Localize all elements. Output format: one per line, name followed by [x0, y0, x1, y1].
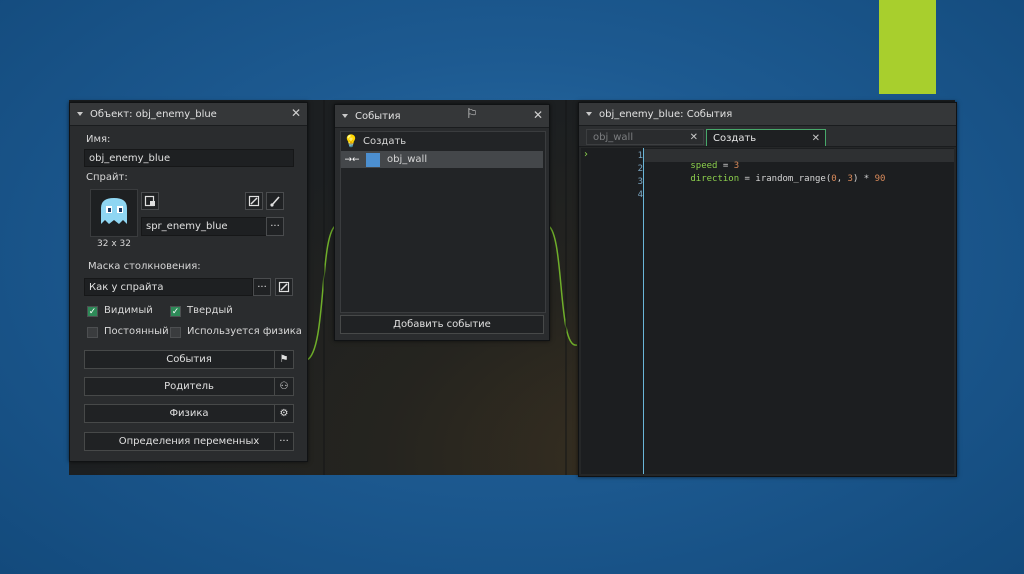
parent-button[interactable]: Родитель ⚇ — [84, 377, 294, 396]
sprite-size: 32 x 32 — [97, 239, 131, 249]
close-icon[interactable]: ✕ — [291, 106, 301, 120]
parent-button-label: Родитель — [164, 381, 214, 392]
sprite-label: Спрайт: — [86, 172, 128, 183]
solid-checkbox[interactable]: ✓ — [170, 306, 181, 317]
accent-bar — [879, 0, 936, 94]
tab-label: Создать — [713, 132, 757, 144]
hierarchy-icon: ⚇ — [274, 378, 293, 395]
line-number: 4 — [637, 190, 643, 200]
persistent-checkbox[interactable] — [87, 327, 98, 338]
mask-browse-button[interactable]: ··· — [253, 278, 271, 296]
event-item-label: obj_wall — [387, 154, 428, 165]
physics-button[interactable]: Физика ⚙ — [84, 404, 294, 423]
sprite-field[interactable]: spr_enemy_blue — [141, 217, 268, 236]
new-sprite-button[interactable] — [141, 192, 159, 210]
code-editor[interactable]: › 1 2 3 4 speed = 3 direction = irandom_… — [581, 148, 954, 474]
edit-sprite-button[interactable] — [245, 192, 263, 210]
gear-icon: ⚙ — [274, 405, 293, 422]
edit-mask-button[interactable] — [275, 278, 293, 296]
tab-label: obj_wall — [593, 131, 634, 143]
edit-image-icon — [278, 281, 290, 293]
sprite-browse-button[interactable]: ··· — [266, 217, 284, 236]
more-icon: ··· — [274, 433, 293, 450]
code-token: , — [836, 174, 848, 184]
checkmark-icon: ✓ — [88, 306, 97, 317]
events-panel: События ⚐ ✕ 💡 Создать →← obj_wall Добави… — [334, 104, 550, 341]
line-number: 2 — [637, 164, 643, 174]
event-item-collision[interactable]: →← obj_wall — [341, 151, 543, 168]
code-token: irandom_range( — [755, 174, 832, 184]
code-line-2: direction = irandom_range(0, 3) * 90 — [647, 164, 885, 194]
physics-label: Используется физика — [187, 326, 302, 337]
edit-image-icon — [248, 195, 260, 207]
visible-label: Видимый — [104, 305, 153, 316]
code-token: ) * — [852, 174, 875, 184]
physics-checkbox[interactable] — [170, 327, 181, 338]
code-panel-titlebar[interactable]: obj_enemy_blue: События — [579, 103, 956, 126]
collapse-icon[interactable] — [77, 112, 83, 116]
checkmark-icon: ✓ — [171, 306, 180, 317]
mask-label: Маска столкновения: — [88, 261, 201, 272]
object-panel-title: Объект: obj_enemy_blue — [90, 108, 217, 120]
paint-sprite-button[interactable] — [266, 192, 284, 210]
code-panel-title: obj_enemy_blue: События — [599, 108, 733, 120]
flag-icon: ⚑ — [274, 351, 293, 368]
events-button[interactable]: События ⚑ — [84, 350, 294, 369]
collapse-icon[interactable] — [342, 114, 348, 118]
close-icon[interactable]: ✕ — [533, 108, 543, 122]
object-panel-titlebar[interactable]: Объект: obj_enemy_blue ✕ — [70, 103, 307, 126]
current-line-marker: › — [584, 149, 588, 160]
events-button-label: События — [166, 354, 212, 365]
line-number: 1 — [637, 151, 643, 161]
visible-checkbox[interactable]: ✓ — [87, 306, 98, 317]
close-icon[interactable]: ✕ — [690, 132, 698, 143]
workspace: Объект: obj_enemy_blue ✕ Имя: obj_enemy_… — [69, 100, 957, 477]
mask-field[interactable]: Как у спрайта — [84, 278, 253, 296]
code-token: = — [739, 174, 756, 184]
tab-obj-wall[interactable]: obj_wall ✕ — [586, 129, 704, 145]
events-panel-title: События — [355, 110, 401, 122]
wall-sprite-icon — [366, 152, 380, 167]
sprite-preview[interactable] — [90, 189, 138, 237]
event-item-label: Создать — [363, 135, 407, 147]
brush-icon — [270, 196, 280, 207]
add-event-button[interactable]: Добавить событие — [340, 315, 544, 334]
new-sprite-icon — [144, 195, 155, 207]
close-icon[interactable]: ✕ — [812, 133, 820, 144]
tab-create[interactable]: Создать ✕ — [706, 129, 826, 146]
code-token: direction — [690, 174, 740, 184]
event-item-create[interactable]: 💡 Создать — [341, 132, 545, 150]
gutter: › 1 2 3 4 — [581, 148, 644, 474]
collapse-icon[interactable] — [586, 112, 592, 116]
variables-button[interactable]: Определения переменных ··· — [84, 432, 294, 451]
object-panel: Объект: obj_enemy_blue ✕ Имя: obj_enemy_… — [69, 102, 308, 462]
events-list: 💡 Создать →← obj_wall — [340, 131, 546, 313]
line-number: 3 — [637, 177, 643, 187]
events-panel-titlebar[interactable]: События ⚐ ✕ — [335, 105, 549, 128]
collision-icon: →← — [344, 154, 360, 165]
lightbulb-icon: 💡 — [343, 134, 359, 148]
persistent-label: Постоянный — [104, 326, 169, 337]
code-token: 90 — [874, 174, 886, 184]
name-field[interactable]: obj_enemy_blue — [84, 149, 294, 167]
flag-icon: ⚐ — [466, 107, 478, 122]
variables-button-label: Определения переменных — [118, 436, 260, 447]
code-panel: obj_enemy_blue: События obj_wall ✕ Созда… — [578, 102, 957, 477]
tab-bar: obj_wall ✕ Создать ✕ — [579, 126, 956, 147]
physics-button-label: Физика — [169, 408, 209, 419]
solid-label: Твердый — [187, 305, 233, 316]
ghost-icon — [101, 198, 127, 224]
name-label: Имя: — [86, 134, 111, 145]
